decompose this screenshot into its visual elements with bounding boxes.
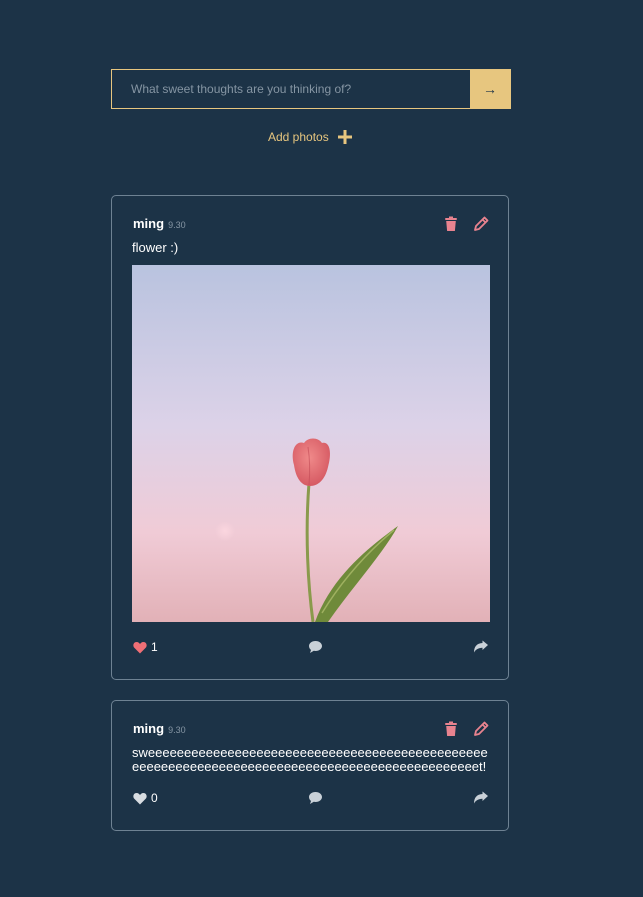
thought-input[interactable] [112, 70, 470, 108]
post-card: ming 9.30 flower :) 1 [111, 195, 509, 680]
post-time: 9.30 [168, 220, 186, 230]
plus-icon [337, 130, 352, 144]
add-photos-label: Add photos [268, 130, 329, 144]
comment-icon [309, 641, 322, 653]
like-count: 0 [151, 791, 158, 805]
post-footer: 1 [133, 640, 489, 656]
heart-icon [133, 792, 147, 804]
post-footer: 0 [133, 791, 489, 807]
share-icon [474, 640, 488, 653]
like-button[interactable]: 0 [133, 791, 158, 805]
comment-button[interactable] [308, 640, 323, 659]
share-button[interactable] [473, 640, 489, 659]
share-icon [474, 791, 488, 804]
post-card: ming 9.30 sweeeeeeeeeeeeeeeeeeeeeeeeeeee… [111, 700, 509, 831]
post-header: ming 9.30 [133, 721, 186, 736]
post-composer: → [111, 69, 511, 109]
add-photos-button[interactable]: Add photos [268, 128, 352, 146]
trash-icon[interactable] [443, 721, 459, 737]
pencil-icon[interactable] [473, 721, 489, 737]
heart-icon [133, 641, 147, 653]
post-image[interactable] [132, 265, 490, 622]
post-actions [443, 721, 489, 737]
post-author: ming [133, 216, 165, 231]
submit-post-button[interactable]: → [470, 70, 510, 108]
post-author: ming [133, 721, 165, 736]
comment-icon [309, 792, 322, 804]
tulip-photo [132, 265, 490, 622]
post-time: 9.30 [168, 725, 186, 735]
like-count: 1 [151, 640, 158, 654]
post-header: ming 9.30 [133, 216, 186, 231]
comment-button[interactable] [308, 791, 323, 810]
like-button[interactable]: 1 [133, 640, 158, 654]
post-actions [443, 216, 489, 232]
trash-icon[interactable] [443, 216, 459, 232]
arrow-right-icon: → [483, 81, 497, 97]
share-button[interactable] [473, 791, 489, 810]
post-text: flower :) [132, 240, 179, 255]
pencil-icon[interactable] [473, 216, 489, 232]
post-text: sweeeeeeeeeeeeeeeeeeeeeeeeeeeeeeeeeeeeee… [132, 745, 488, 774]
